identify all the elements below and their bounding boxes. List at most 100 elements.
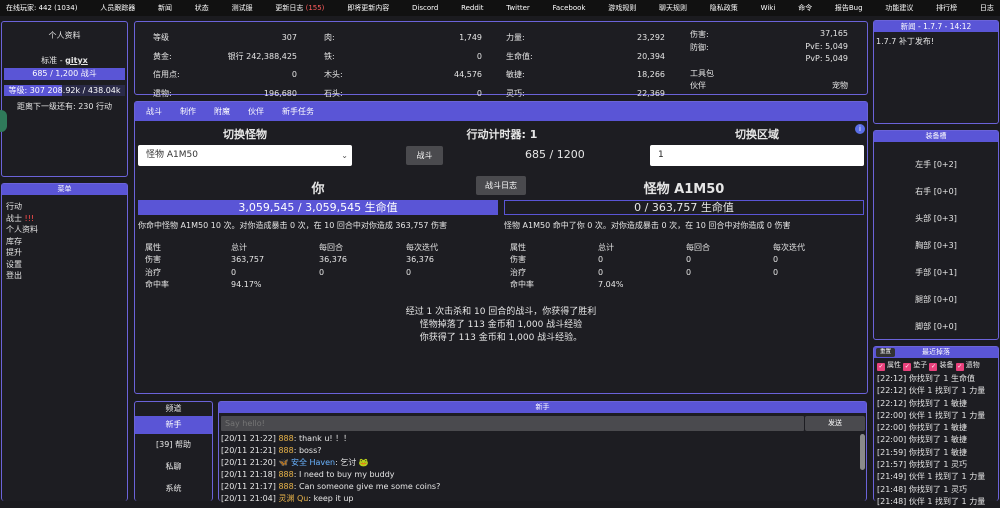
nav-privacy[interactable]: 隐私政策 — [710, 3, 738, 13]
list-item: [22:00] 你找到了 1 敏捷 — [877, 435, 968, 445]
tab-partner[interactable]: 伙伴 — [248, 106, 264, 117]
battle-panel: 战斗 制作 附魔 伙伴 新手任务 i 切换怪物 行动计时器: 1 切换区域 怪物… — [134, 101, 868, 394]
channel-newbie[interactable]: 新手 — [135, 416, 212, 434]
chat-message-field[interactable] — [221, 416, 804, 431]
profile-title: 个人资料 — [48, 31, 81, 40]
you-stats-table: 属性 总计 每回合 每次迭代 伤害 363,757 36,376 36,376 治疗 0 0 0 … — [145, 242, 485, 291]
stat-strength: 力量: 23,292 — [506, 33, 665, 42]
switch-monster-label: 切换怪物 — [223, 128, 267, 141]
stats-panel: 等级 307 黄金: 银行 242,388,425 信用点: 0 遗物: 196,680… — [134, 21, 868, 98]
nav-news[interactable]: 新闻 — [158, 3, 172, 13]
you-summary: 你命中怪物 A1M50 10 次。对你造成暴击 0 次，在 10 回合中对你造成… — [138, 221, 448, 230]
chat-panel: 新手 发送 [20/11 21:22] 888: thank u! ！！ [20… — [218, 401, 867, 503]
drops-filters: ✓ 属性 ✓ 垫子 ✓ 装备 ✓ 遗物 — [874, 358, 998, 373]
stats-col-1: 等级 307 黄金: 银行 242,388,425 信用点: 0 遗物: 196,680 — [153, 29, 297, 103]
stats-col-2: 肉: 1,749 铁: 0 木头: 44,576 石头: 0 — [324, 29, 482, 103]
nav-tracker[interactable]: 人员跟踪器 — [100, 3, 135, 13]
nav-reddit[interactable]: Reddit — [461, 4, 483, 12]
nav-log[interactable]: 日志 — [980, 3, 994, 13]
equipment-title: 装备槽 — [874, 131, 998, 142]
nav-status[interactable]: 状态 — [195, 3, 209, 13]
filter-gear[interactable]: ✓ 装备 — [929, 361, 953, 371]
nav-report-bug[interactable]: 报告Bug — [835, 3, 863, 13]
menu-item-upgrade[interactable]: 提升 — [6, 247, 123, 259]
top-nav: 在线玩家: 442 (1034) 人员跟踪器 新闻 状态 测试服 更新日志 (1… — [0, 0, 1000, 16]
chat-message: [20/11 21:22] 888: thank u! ！！ — [221, 434, 352, 443]
nav-wiki[interactable]: Wiki — [761, 4, 776, 12]
slot-feet[interactable]: 脚部 [0+0] — [874, 313, 998, 340]
online-count: 在线玩家: 442 (1034) — [6, 4, 78, 12]
slot-right-hand[interactable]: 右手 [0+0] — [874, 178, 998, 205]
tab-combat[interactable]: 战斗 — [146, 106, 162, 117]
filter-relics[interactable]: ✓ 遗物 — [955, 361, 980, 371]
menu-panel: 菜单 行动 战士 !!! 个人资料 库存 提升 设置 登出 — [1, 183, 128, 501]
drops-list: [22:12] 你找到了 1 生命值 [22:12] 伙伴 1 找到了 1 力量… — [874, 373, 998, 508]
table-row: 伤害 0 0 0 — [510, 255, 779, 265]
chat-username[interactable]: 888 — [278, 434, 293, 443]
username-link[interactable]: gityx — [65, 56, 88, 65]
tab-crafting[interactable]: 制作 — [180, 106, 196, 117]
zone-input[interactable]: 1 — [650, 145, 864, 166]
slot-left-hand[interactable]: 左手 [0+2] — [874, 151, 998, 178]
tab-enchant[interactable]: 附魔 — [214, 106, 230, 117]
nav-suggest[interactable]: 功能建议 — [885, 3, 913, 13]
menu-item-action[interactable]: 行动 — [6, 201, 123, 213]
chat-username[interactable]: 888 — [278, 446, 293, 455]
nav-changelog[interactable]: 更新日志 (155) — [275, 3, 324, 13]
menu-item-inventory[interactable]: 库存 — [6, 236, 123, 248]
nav-facebook[interactable]: Facebook — [553, 4, 586, 12]
slot-head[interactable]: 头部 [0+3] — [874, 205, 998, 232]
switch-zone-label: 切换区域 — [735, 128, 779, 141]
nav-upcoming[interactable]: 即将更新内容 — [347, 3, 389, 13]
menu-item-logout[interactable]: 登出 — [6, 270, 123, 282]
stats-col-4: 伤害: 37,165 防御: PvE: 5,049 PvP: 5,049 工具包 伙… — [690, 29, 848, 92]
channel-system[interactable]: 系统 — [135, 478, 212, 500]
slot-chest[interactable]: 胸部 [0+3] — [874, 232, 998, 259]
nav-leaderboard[interactable]: 排行榜 — [936, 3, 957, 13]
nav-chat-rules[interactable]: 聊天规则 — [659, 3, 687, 13]
chat-username[interactable]: 灵渊 Qu — [278, 494, 308, 503]
channel-private[interactable]: 私聊 — [135, 456, 212, 478]
list-item: [21:48] 你找到了 1 灵巧 — [877, 484, 968, 494]
checkbox-checked-icon: ✓ — [877, 363, 885, 371]
stat-wood: 木头: 44,576 — [324, 70, 482, 79]
chat-username[interactable]: 888 — [278, 470, 293, 479]
chat-username[interactable]: 888 — [278, 482, 293, 491]
nav-commands[interactable]: 命令 — [798, 3, 812, 13]
partner-link[interactable]: 伙伴 — [690, 80, 706, 92]
drops-reset-button[interactable]: 重置 — [876, 348, 896, 357]
chat-input[interactable] — [221, 416, 804, 431]
tab-newbie-quests[interactable]: 新手任务 — [282, 106, 314, 117]
menu-item-profile[interactable]: 个人资料 — [6, 224, 123, 236]
toolkit-link[interactable]: 工具包 — [690, 68, 848, 80]
filter-stats[interactable]: ✓ 属性 — [877, 361, 901, 371]
nav-test-server[interactable]: 测试服 — [232, 3, 253, 13]
fight-button[interactable]: 战斗 — [406, 146, 443, 165]
table-row: 伤害 363,757 36,376 36,376 — [145, 255, 434, 265]
profile-panel: 个人资料 标准 - gityx 685 / 1,200 战斗 等级: 307 2… — [0, 21, 128, 177]
list-item: [22:12] 你找到了 1 敏捷 — [877, 398, 968, 408]
send-button[interactable]: 发送 — [805, 416, 865, 431]
news-panel: 新闻 - 1.7.7 - 14:12 1.7.7 补丁发布! — [873, 20, 999, 124]
stat-hp: 生命值: 20,394 — [506, 51, 665, 61]
chat-username[interactable]: 🦋 安全 Haven — [278, 458, 335, 467]
nav-twitter[interactable]: Twitter — [506, 4, 529, 12]
you-table-header: 属性 总计 每回合 每次迭代 — [145, 243, 438, 252]
pet-link[interactable]: 宠物 — [832, 80, 848, 92]
nav-discord[interactable]: Discord — [412, 4, 438, 12]
menu-item-warrior[interactable]: 战士 !!! — [6, 213, 123, 225]
channel-help[interactable]: [39] 帮助 — [135, 434, 212, 456]
nav-game-rules[interactable]: 游戏规则 — [608, 3, 636, 13]
list-item: [22:00] 你找到了 1 敏捷 — [877, 423, 968, 433]
monster-table-header: 属性 总计 每回合 每次迭代 — [510, 243, 805, 252]
drops-header: 最近掉落 重置 — [874, 347, 998, 358]
slot-legs[interactable]: 腿部 [0+0] — [874, 286, 998, 313]
chat-scrollbar[interactable] — [860, 434, 865, 470]
menu-item-settings[interactable]: 设置 — [6, 259, 123, 271]
slot-hands[interactable]: 手部 [0+1] — [874, 259, 998, 286]
next-level-text: 距离下一级还有: 230 行动 — [16, 102, 113, 111]
filter-pads[interactable]: ✓ 垫子 — [903, 361, 927, 371]
you-title: 你 — [311, 182, 325, 197]
stat-damage: 伤害: 37,165 — [690, 29, 848, 39]
monster-select[interactable]: 怪物 A1M50 ⌄ — [138, 145, 352, 166]
